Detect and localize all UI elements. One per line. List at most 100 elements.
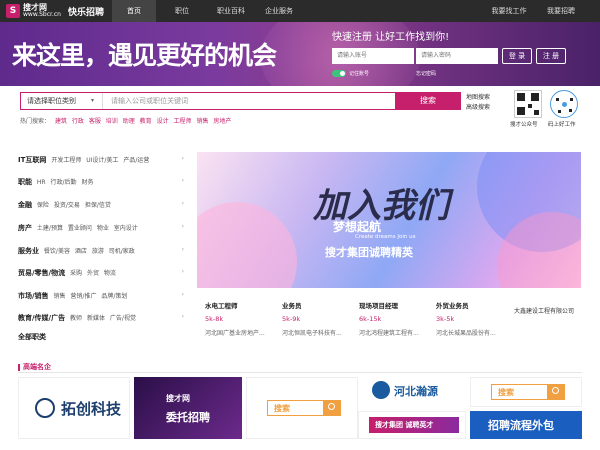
category-sub[interactable]: 广告/视觉 bbox=[110, 315, 136, 322]
company-logo-tuochuang[interactable]: 拓创科技 bbox=[18, 377, 130, 439]
category-sub[interactable]: 品牌/策划 bbox=[101, 293, 127, 300]
category-sub[interactable]: 室内设计 bbox=[114, 225, 138, 232]
category-sub[interactable]: 担保/信贷 bbox=[85, 202, 111, 209]
category-title[interactable]: 金融 bbox=[18, 201, 32, 209]
site-logo[interactable]: S 搜才网 www.Sbcr.cn bbox=[6, 4, 62, 18]
company-logo-search[interactable]: 搜索 bbox=[246, 377, 358, 439]
search-bar: 请选择职位类别 ▾ 请输入公司或职位关键词 搜索 bbox=[20, 92, 461, 110]
company-logo-soucai[interactable]: 搜才集团 诚聘英才 bbox=[358, 411, 466, 439]
job-card[interactable]: 业务员 5k-9k 河北恒凯电子科技有... bbox=[282, 300, 352, 346]
category-sub[interactable]: 投资/交易 bbox=[54, 202, 80, 209]
category-marketing[interactable]: 市场/销售 销售 营销/推广 品牌/策划 › bbox=[18, 291, 184, 305]
job-card[interactable]: 外贸业务员 3k-5k 河北长城果品股份有... bbox=[436, 300, 506, 346]
category-title[interactable]: 市场/销售 bbox=[18, 292, 49, 300]
search-button[interactable]: 搜索 bbox=[395, 92, 461, 110]
nav-tab-enterprise-service[interactable]: 企业服务 bbox=[256, 0, 302, 22]
job-company[interactable]: 河北国广基业房地产... bbox=[205, 328, 275, 337]
hot-keyword[interactable]: 客服 bbox=[89, 118, 101, 125]
category-sub[interactable]: 行政/后勤 bbox=[51, 179, 77, 186]
category-title[interactable]: 贸易/零售/物流 bbox=[18, 269, 65, 277]
category-trade[interactable]: 贸易/零售/物流 采购 外贸 物流 › bbox=[18, 268, 184, 282]
category-sub[interactable]: UI设计/美工 bbox=[86, 157, 118, 164]
hire-link[interactable]: 我要招聘 bbox=[538, 0, 584, 22]
company-name: 搜才集团 诚聘英才 bbox=[369, 417, 459, 433]
category-sub[interactable]: 营销/推广 bbox=[70, 293, 96, 300]
company-logo-commission[interactable]: 搜才网 委托招聘 bbox=[134, 377, 242, 439]
category-sub[interactable]: 外贸 bbox=[87, 270, 99, 277]
remember-account[interactable]: 记住账号 bbox=[332, 70, 369, 77]
hot-keyword[interactable]: 工程师 bbox=[174, 118, 192, 125]
company-logo-hbhy[interactable]: 河北瀚源 bbox=[358, 377, 466, 407]
chevron-right-icon: › bbox=[181, 155, 184, 162]
company-logo-rpo[interactable]: 招聘流程外包 bbox=[470, 411, 582, 439]
forgot-password-link[interactable]: 忘记密码 bbox=[416, 70, 436, 77]
register-button[interactable]: 注 册 bbox=[536, 48, 566, 64]
job-title[interactable]: 外贸业务员 bbox=[436, 300, 506, 310]
category-title[interactable]: 服务业 bbox=[18, 247, 39, 255]
job-company[interactable]: 河北鸿程建筑工程有... bbox=[359, 328, 429, 337]
category-sub[interactable]: 置业顾问 bbox=[68, 225, 92, 232]
job-company[interactable]: 河北恒凯电子科技有... bbox=[282, 328, 352, 337]
job-company[interactable]: 大鑫建设工程有限公司 bbox=[514, 306, 574, 315]
category-sub[interactable]: HR bbox=[37, 179, 46, 186]
password-input[interactable] bbox=[416, 48, 498, 64]
category-sub[interactable]: 财务 bbox=[81, 179, 93, 186]
hot-keyword[interactable]: 行政 bbox=[72, 118, 84, 125]
job-salary: 6k-15k bbox=[359, 315, 382, 323]
hot-keyword[interactable]: 销售 bbox=[196, 118, 208, 125]
job-title[interactable]: 水电工程师 bbox=[205, 300, 275, 310]
category-sub[interactable]: 物业 bbox=[97, 225, 109, 232]
category-sub[interactable]: 新媒体 bbox=[87, 315, 105, 322]
hot-keyword[interactable]: 教育 bbox=[140, 118, 152, 125]
category-sub[interactable]: 产品/运营 bbox=[123, 157, 149, 164]
hot-keyword[interactable]: 房地产 bbox=[213, 118, 231, 125]
hot-keyword[interactable]: 建筑 bbox=[55, 118, 67, 125]
category-service[interactable]: 服务业 餐饮/美容 酒店 旅游 司机/家政 › bbox=[18, 246, 184, 260]
chevron-right-icon: › bbox=[181, 268, 184, 275]
nav-tab-home[interactable]: 首页 bbox=[112, 0, 156, 22]
category-sub[interactable]: 物流 bbox=[104, 270, 116, 277]
advanced-search-link[interactable]: 高级搜索 bbox=[466, 102, 490, 111]
category-sub[interactable]: 采购 bbox=[70, 270, 82, 277]
section-divider bbox=[18, 372, 582, 373]
job-company[interactable]: 河北长城果品股份有... bbox=[436, 328, 506, 337]
category-title[interactable]: IT互联网 bbox=[18, 156, 46, 164]
logo-mark: S bbox=[6, 4, 20, 18]
category-education[interactable]: 教育/传媒/广告 教师 新媒体 广告/视觉 › bbox=[18, 313, 184, 327]
nav-tab-career-wiki[interactable]: 职业百科 bbox=[208, 0, 254, 22]
login-button[interactable]: 登 录 bbox=[502, 48, 532, 64]
category-it[interactable]: IT互联网 开发工程师 UI设计/美工 产品/运营 › bbox=[18, 155, 184, 169]
category-sub[interactable]: 酒店 bbox=[75, 248, 87, 255]
nav-tab-jobs[interactable]: 职位 bbox=[162, 0, 202, 22]
category-title[interactable]: 职能 bbox=[18, 178, 32, 186]
category-real-estate[interactable]: 房产 土建/预算 置业顾问 物业 室内设计 › bbox=[18, 223, 184, 237]
category-sub[interactable]: 开发工程师 bbox=[51, 157, 81, 164]
job-card[interactable]: 现场项目经理 6k-15k 河北鸿程建筑工程有... bbox=[359, 300, 429, 346]
job-title[interactable]: 业务员 bbox=[282, 300, 352, 310]
job-title[interactable]: 现场项目经理 bbox=[359, 300, 429, 310]
account-input[interactable] bbox=[332, 48, 414, 64]
category-sub[interactable]: 司机/家政 bbox=[109, 248, 135, 255]
company-name: 河北瀚源 bbox=[394, 385, 438, 398]
category-sub[interactable]: 餐饮/美容 bbox=[44, 248, 70, 255]
hot-keyword[interactable]: 设计 bbox=[157, 118, 169, 125]
category-functional[interactable]: 职能 HR 行政/后勤 财务 › bbox=[18, 177, 184, 191]
find-job-link[interactable]: 我要找工作 bbox=[486, 0, 532, 22]
job-card[interactable]: 水电工程师 5k-8k 河北国广基业房地产... bbox=[205, 300, 275, 346]
category-sub[interactable]: 保险 bbox=[37, 202, 49, 209]
recruitment-promo-banner[interactable]: 加入我们 梦想起航 Create dreams Join us 搜才集团诚聘精英 bbox=[197, 152, 581, 288]
category-sub[interactable]: 教师 bbox=[70, 315, 82, 322]
keyword-input[interactable]: 请输入公司或职位关键词 bbox=[111, 93, 188, 109]
category-sub[interactable]: 旅游 bbox=[92, 248, 104, 255]
category-title[interactable]: 房产 bbox=[18, 224, 32, 232]
category-finance[interactable]: 金融 保险 投资/交易 担保/信贷 › bbox=[18, 200, 184, 214]
hot-keyword[interactable]: 培训 bbox=[106, 118, 118, 125]
all-categories-link[interactable]: 全部职类 bbox=[18, 332, 46, 342]
category-title[interactable]: 教育/传媒/广告 bbox=[18, 314, 65, 322]
company-logo-search[interactable]: 搜索 bbox=[470, 377, 582, 407]
category-sub[interactable]: 销售 bbox=[53, 293, 65, 300]
map-search-link[interactable]: 地图搜索 bbox=[466, 92, 490, 101]
category-sub[interactable]: 土建/预算 bbox=[37, 225, 63, 232]
hot-keyword[interactable]: 助理 bbox=[123, 118, 135, 125]
remember-toggle[interactable] bbox=[332, 70, 346, 77]
